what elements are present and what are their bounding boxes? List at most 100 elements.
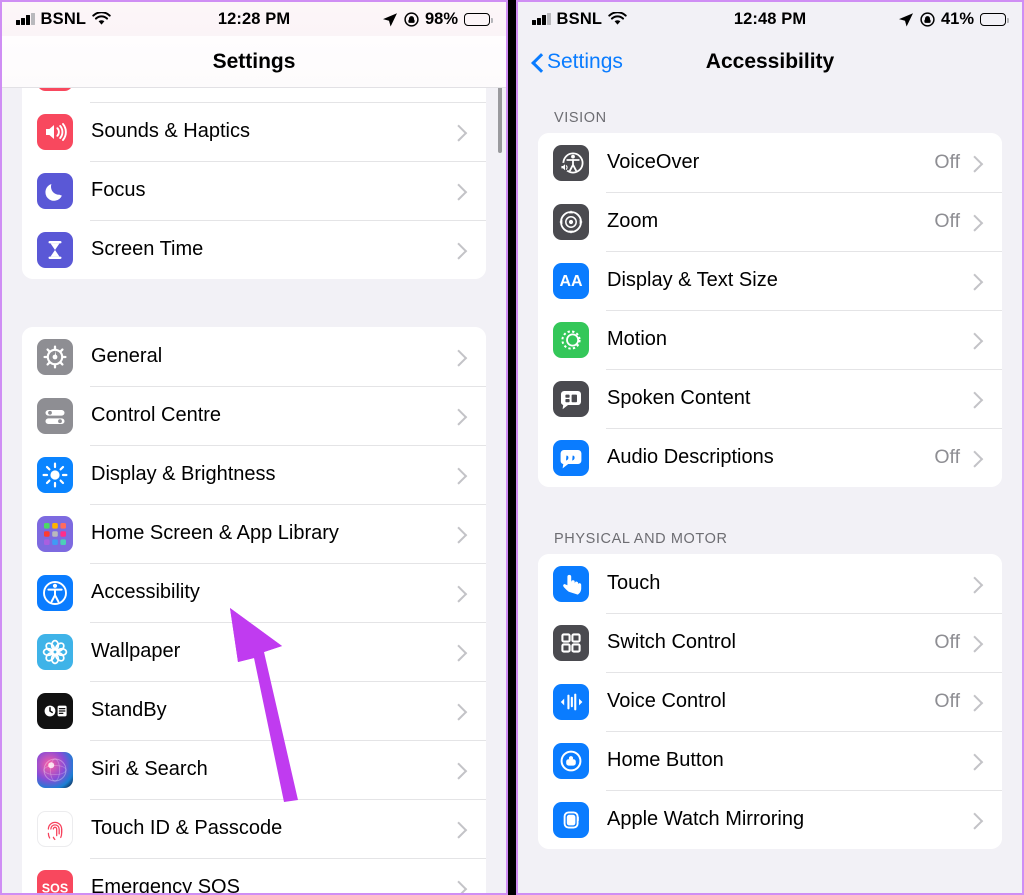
chevron-right-icon [969, 390, 980, 408]
chevron-right-icon [453, 584, 464, 602]
right-phone-screenshot: BSNL 12:48 PM 41% Settings Accessibility… [516, 0, 1024, 895]
left-status-bar: BSNL 12:28 PM 98% [2, 2, 506, 36]
chevron-right-icon [453, 407, 464, 425]
chevron-right-icon [453, 643, 464, 661]
left-scrollbar[interactable] [498, 85, 502, 153]
motion-icon [553, 321, 589, 358]
chevron-right-icon [969, 575, 980, 593]
hourglass-icon [37, 231, 73, 268]
settings-row-switch-control[interactable]: Switch Control Off [538, 613, 1002, 672]
settings-row-emergency-sos[interactable]: SOS Emergency SOS [22, 858, 486, 895]
back-button[interactable]: Settings [532, 50, 623, 74]
chevron-right-icon [453, 879, 464, 894]
settings-row-apple-watch-mirroring[interactable]: Apple Watch Mirroring [538, 790, 1002, 849]
settings-row-voiceover[interactable]: VoiceOver Off [538, 133, 1002, 192]
settings-row-label: Home Screen & App Library [91, 522, 339, 544]
location-arrow-icon [382, 12, 397, 26]
location-arrow-icon [898, 12, 913, 26]
settings-row-label: Zoom [607, 210, 659, 232]
status-right-cluster: 98% [382, 9, 493, 29]
right-scroll-content[interactable]: VISION VoiceOver Off Zoom Off AA Display & T… [518, 88, 1022, 893]
settings-row-standby[interactable]: StandBy [22, 681, 486, 740]
left-phone-screenshot: BSNL 12:28 PM 98% Settings Sounds & Hapt… [0, 0, 508, 895]
settings-row-label: Display & Text Size [607, 269, 778, 291]
status-right-cluster: 41% [898, 9, 1009, 29]
right-status-bar: BSNL 12:48 PM 41% [518, 2, 1022, 36]
brightness-icon [37, 456, 73, 493]
left-scroll-content[interactable]: Sounds & Haptics Focus Screen Time Genera… [2, 43, 506, 893]
settings-row-touch-id-passcode[interactable]: Touch ID & Passcode [22, 799, 486, 858]
settings-row-label: Voice Control [607, 690, 726, 712]
settings-row-value: Off [934, 631, 960, 653]
settings-row-screen-time[interactable]: Screen Time [22, 220, 486, 279]
flower-icon [37, 633, 73, 670]
gear-icon [37, 338, 73, 375]
settings-row-label: Switch Control [607, 631, 736, 653]
settings-row-focus[interactable]: Focus [22, 161, 486, 220]
settings-row-label: Touch [607, 572, 661, 594]
fingerprint-icon [37, 810, 73, 847]
settings-row-control-centre[interactable]: Control Centre [22, 386, 486, 445]
focus-icon [404, 11, 419, 27]
settings-row-wallpaper[interactable]: Wallpaper [22, 622, 486, 681]
switch-control-icon [553, 624, 589, 661]
sliders-icon [37, 397, 73, 434]
settings-row-general[interactable]: General [22, 327, 486, 386]
settings-row-display-brightness[interactable]: Display & Brightness [22, 445, 486, 504]
back-button-label: Settings [547, 50, 623, 73]
settings-row-spoken-content[interactable]: Spoken Content [538, 369, 1002, 428]
battery-percent-label: 98% [424, 9, 458, 28]
settings-row-label: Focus [91, 179, 146, 201]
settings-row-label: General [91, 345, 163, 367]
accessibility-icon [37, 574, 73, 611]
chevron-right-icon [453, 241, 464, 259]
left-nav-bar: Settings [2, 36, 506, 88]
settings-row-label: Emergency SOS [91, 876, 240, 895]
settings-row-label: Spoken Content [607, 387, 751, 409]
settings-row-label: Home Button [607, 749, 724, 771]
settings-row-sounds-haptics[interactable]: Sounds & Haptics [22, 102, 486, 161]
settings-row-label: Wallpaper [91, 640, 181, 662]
dual-screenshot-composite: BSNL 12:28 PM 98% Settings Sounds & Hapt… [0, 0, 1024, 895]
chevron-right-icon [453, 348, 464, 366]
settings-row-home-screen-app-library[interactable]: Home Screen & App Library [22, 504, 486, 563]
chevron-right-icon [453, 820, 464, 838]
settings-row-label: Screen Time [91, 238, 204, 260]
sos-icon: SOS [37, 869, 73, 893]
settings-row-label: StandBy [91, 699, 167, 721]
chevron-right-icon [453, 182, 464, 200]
home-button-icon [553, 742, 589, 779]
settings-group: General Control Centre Display & Brightn… [22, 327, 486, 895]
voiceover-icon [553, 144, 589, 181]
standby-icon [37, 692, 73, 729]
accessibility-group: Touch Switch Control Off Voice Control O… [538, 554, 1002, 849]
chevron-right-icon [453, 525, 464, 543]
settings-row-zoom[interactable]: Zoom Off [538, 192, 1002, 251]
settings-row-label: Accessibility [91, 581, 200, 603]
chevron-right-icon [969, 154, 980, 172]
apple-watch-icon [553, 801, 589, 838]
settings-row-label: Motion [607, 328, 668, 350]
settings-row-accessibility[interactable]: Accessibility [22, 563, 486, 622]
battery-percent-label: 41% [940, 9, 974, 28]
settings-row-label: Sounds & Haptics [91, 120, 250, 142]
settings-row-audio-descriptions[interactable]: Audio Descriptions Off [538, 428, 1002, 487]
chevron-right-icon [969, 449, 980, 467]
settings-row-display-text-size[interactable]: AA Display & Text Size [538, 251, 1002, 310]
right-nav-bar: Settings Accessibility [518, 36, 1022, 88]
chevron-right-icon [453, 761, 464, 779]
settings-row-voice-control[interactable]: Voice Control Off [538, 672, 1002, 731]
chevron-right-icon [453, 123, 464, 141]
moon-icon [37, 172, 73, 209]
chevron-right-icon [969, 331, 980, 349]
panel-divider [508, 0, 516, 895]
focus-icon [920, 11, 935, 27]
settings-row-home-button[interactable]: Home Button [538, 731, 1002, 790]
settings-row-label: Touch ID & Passcode [91, 817, 283, 839]
chevron-right-icon [453, 466, 464, 484]
settings-row-touch[interactable]: Touch [538, 554, 1002, 613]
chevron-right-icon [969, 272, 980, 290]
settings-row-label: VoiceOver [607, 151, 700, 173]
settings-row-motion[interactable]: Motion [538, 310, 1002, 369]
settings-row-siri-search[interactable]: Siri & Search [22, 740, 486, 799]
